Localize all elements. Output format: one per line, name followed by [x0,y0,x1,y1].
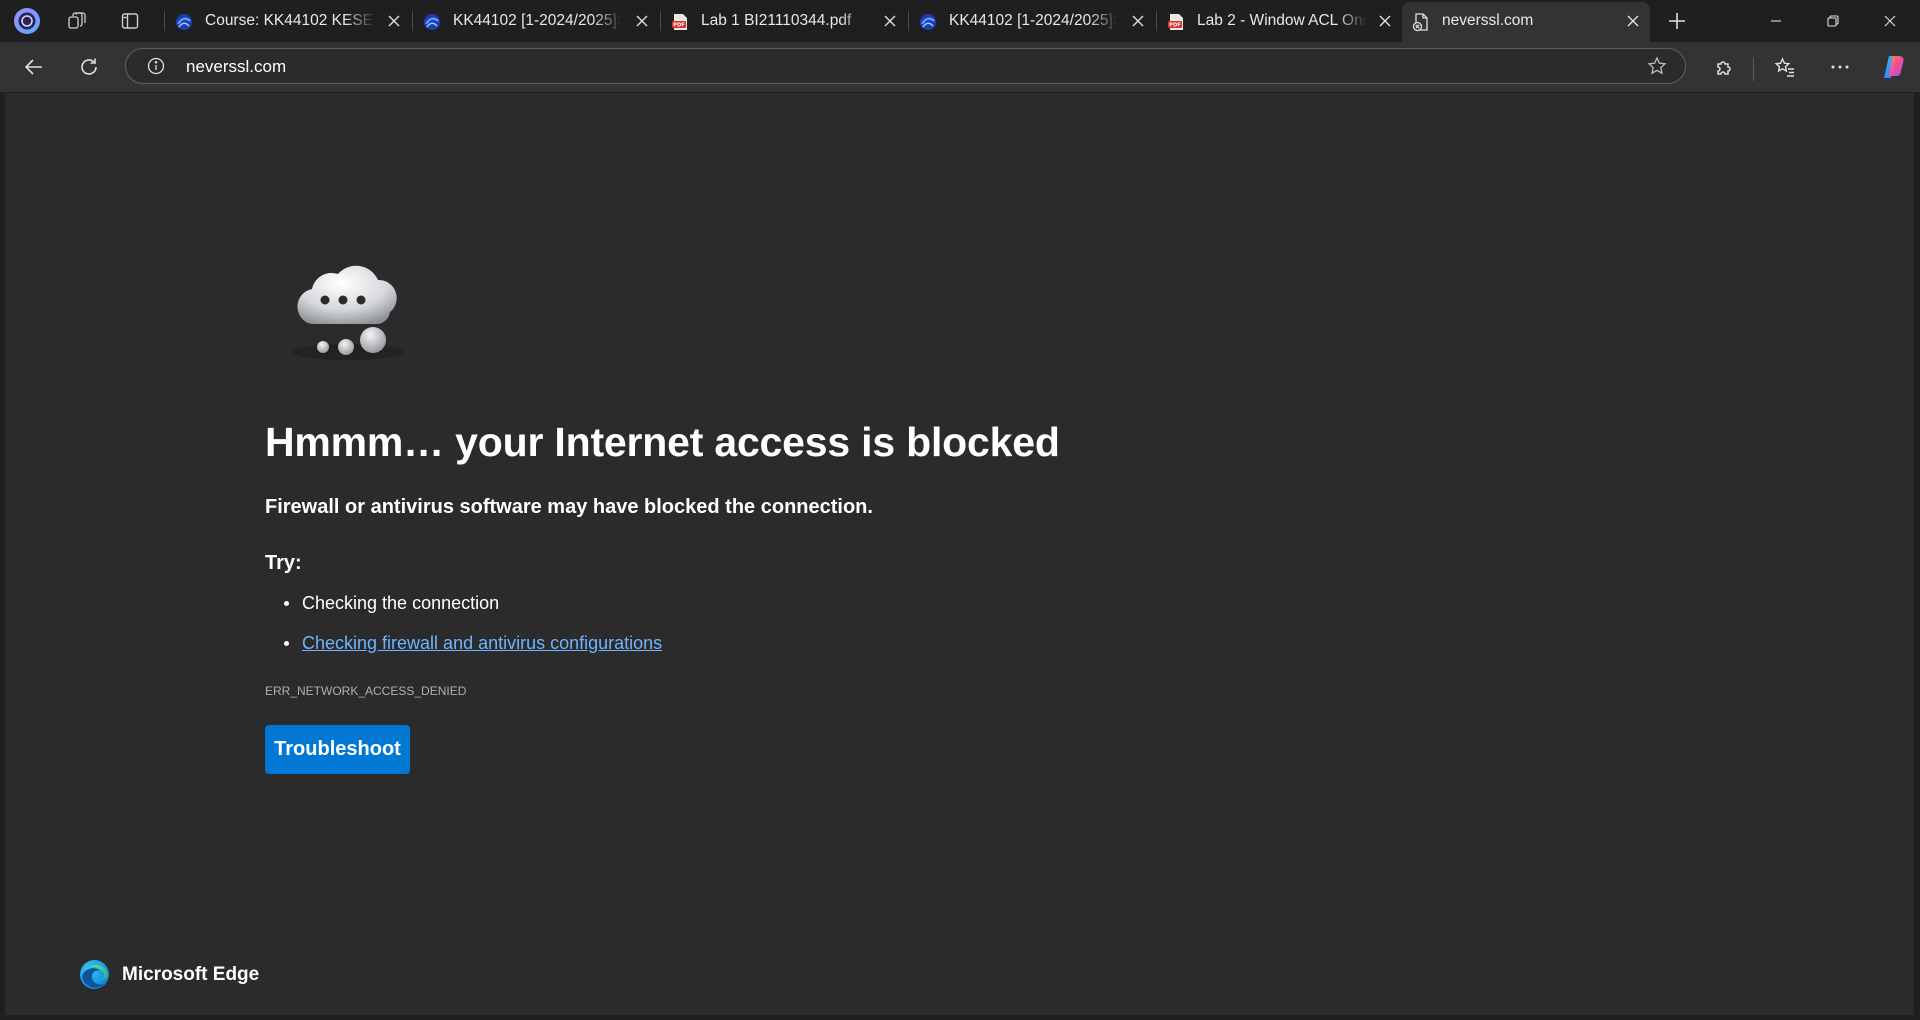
close-tab-icon[interactable] [386,13,402,29]
restore-button[interactable] [1805,0,1861,42]
error-code: ERR_NETWORK_ACCESS_DENIED [265,684,467,698]
tab-kk44102-lab-2[interactable]: KK44102 [1-2024/2025]: Lab [909,2,1155,40]
moodle-icon [920,14,936,30]
back-arrow-icon [24,59,42,75]
tab-lab2-pdf[interactable]: PDF Lab 2 - Window ACL Onion [1157,2,1402,40]
url-text[interactable]: neverssl.com [186,57,286,77]
more-horizontal-icon [1831,65,1849,69]
troubleshoot-button[interactable]: Troubleshoot [265,725,410,774]
error-page-icon [1412,13,1428,32]
suggestion-list: Checking the connection Checking firewal… [265,592,662,672]
navigation-toolbar: neverssl.com [0,42,1920,92]
favorites-list-icon [1774,57,1794,77]
extensions-button[interactable] [1706,49,1742,85]
error-page: Hmmm… your Internet access is blocked Fi… [5,93,1914,1015]
settings-more-button[interactable] [1822,49,1858,85]
moodle-icon [424,14,440,30]
copilot-icon [1884,56,1904,78]
edge-brand-name: Microsoft Edge [122,963,260,985]
tab-title: neverssl.com [1442,12,1534,29]
tab-neverssl-active[interactable]: neverssl.com [1402,2,1650,42]
toolbar-separator [1753,57,1754,81]
address-bar[interactable]: neverssl.com [125,48,1686,84]
refresh-button[interactable] [71,49,107,85]
minimize-icon [1771,20,1781,22]
svg-text:PDF: PDF [1169,23,1181,29]
tab-title: KK44102 [1-2024/2025]: Lab [949,12,1119,29]
tab-kk44102-lab-1[interactable]: KK44102 [1-2024/2025]: Lab [413,2,659,40]
vertical-tabs-icon [121,13,139,29]
edge-logo-icon [80,960,109,989]
minimize-button[interactable] [1748,0,1804,42]
profile-button[interactable] [10,4,44,38]
close-tab-icon[interactable] [1377,13,1393,29]
suggestion-item: Checking firewall and antivirus configur… [265,632,662,672]
favorite-star-icon[interactable] [1647,56,1667,76]
close-window-button[interactable] [1862,0,1918,42]
error-title: Hmmm… your Internet access is blocked [265,419,1060,465]
vertical-tabs-button[interactable] [113,4,147,38]
edge-branding: Microsoft Edge [79,959,259,990]
tab-course-kk44102[interactable]: Course: KK44102 KESELAMATAN [165,2,411,40]
tab-title: KK44102 [1-2024/2025]: Lab [453,12,623,29]
suggestion-check-connection: Checking the connection [302,593,500,613]
pdf-icon: PDF [1168,14,1183,30]
firewall-antivirus-link[interactable]: Checking firewall and antivirus configur… [302,633,662,653]
tab-title: Lab 1 BI21110344.pdf [701,12,852,29]
close-icon [1884,15,1896,27]
tab-strip: Course: KK44102 KESELAMATAN KK44102 [1-2… [0,0,1920,42]
tab-title: Course: KK44102 KESELAMATAN [205,12,375,29]
moodle-icon [176,14,192,30]
favorites-button[interactable] [1767,49,1803,85]
extensions-puzzle-icon [1717,61,1731,75]
new-tab-button[interactable] [1660,4,1694,38]
close-tab-icon[interactable] [1625,13,1641,29]
profile-icon [14,8,40,34]
suggestion-item: Checking the connection [265,592,662,632]
workspaces-button[interactable] [60,4,94,38]
restore-icon [1827,15,1839,27]
close-tab-icon[interactable] [1130,13,1146,29]
error-subtitle: Firewall or antivirus software may have … [265,496,873,518]
thought-cloud-icon [293,265,403,360]
tab-title: Lab 2 - Window ACL Onion [1197,12,1367,29]
back-button[interactable] [16,49,52,85]
info-icon[interactable] [147,57,165,75]
plus-icon [1669,13,1685,29]
refresh-icon [81,58,97,75]
close-tab-icon[interactable] [634,13,650,29]
close-tab-icon[interactable] [882,13,898,29]
try-label: Try: [265,552,302,574]
tab-lab1-pdf[interactable]: PDF Lab 1 BI21110344.pdf [661,2,907,40]
workspaces-icon [68,12,86,29]
svg-text:PDF: PDF [673,23,685,29]
pdf-icon: PDF [672,14,687,30]
copilot-button[interactable] [1876,49,1912,85]
